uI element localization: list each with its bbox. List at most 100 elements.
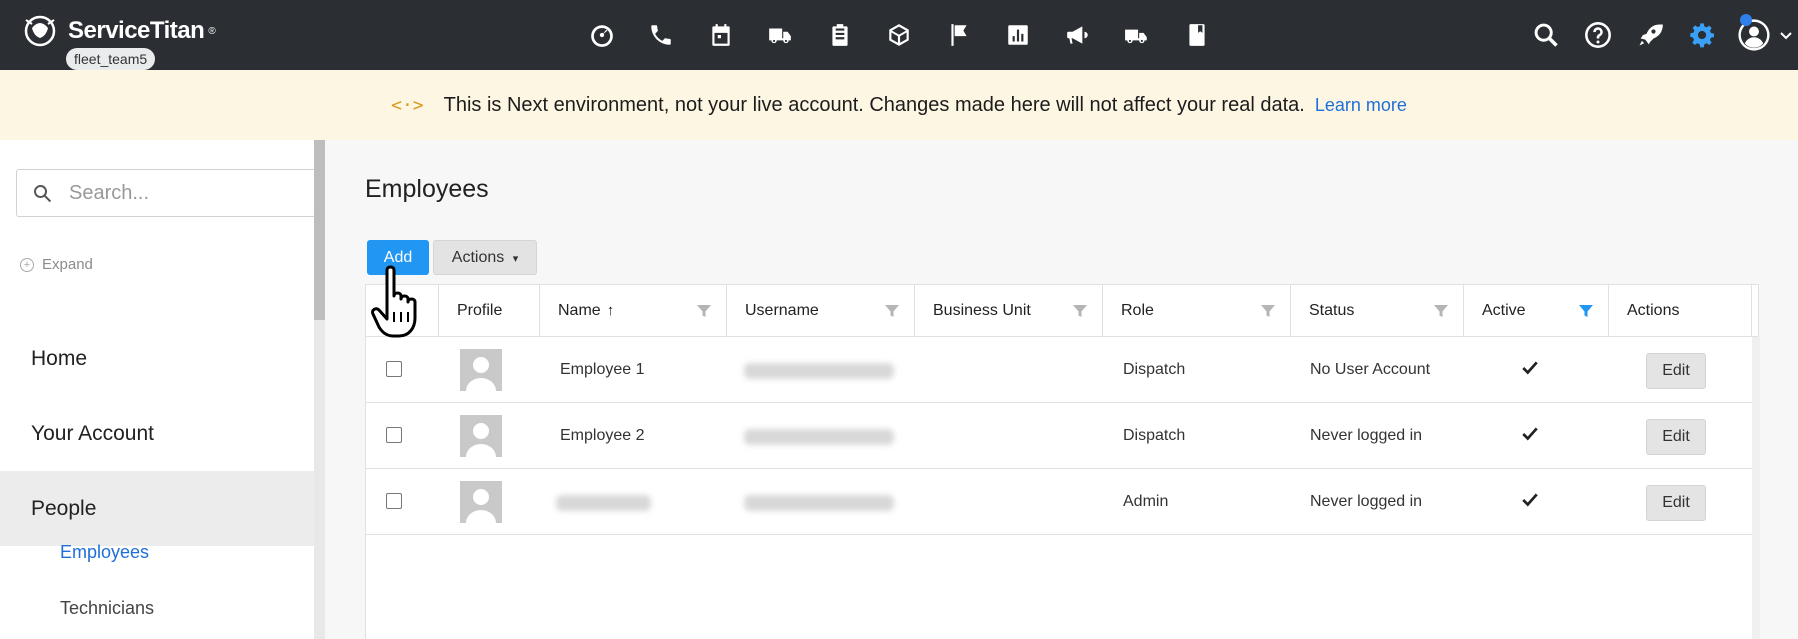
- search-icon: [34, 185, 52, 203]
- filter-icon[interactable]: [1260, 303, 1276, 319]
- calendar-icon[interactable]: [691, 18, 751, 52]
- top-navigation-bar: ServiceTitan ® fleet_team5: [0, 0, 1798, 70]
- banner-message: This is Next environment, not your live …: [443, 93, 1305, 116]
- filter-icon[interactable]: [696, 303, 712, 319]
- table-row: Employee 2 Dispatch Never logged in Edit: [366, 403, 1752, 469]
- sidebar-subitem-employees[interactable]: Employees: [60, 542, 149, 563]
- header-username-label: Username: [745, 302, 819, 319]
- book-icon[interactable]: [1167, 18, 1227, 52]
- brand-registered-mark: ®: [208, 25, 216, 37]
- employee-role: Dispatch: [1123, 361, 1186, 378]
- sidebar-subitem-technicians[interactable]: Technicians: [60, 598, 154, 619]
- row-checkbox[interactable]: [386, 361, 402, 377]
- page-title: Employees: [365, 175, 489, 203]
- truck-icon[interactable]: [751, 18, 811, 52]
- edit-button[interactable]: Edit: [1646, 419, 1706, 455]
- profile-avatar-icon: [460, 415, 502, 457]
- tenant-badge: fleet_team5: [66, 48, 156, 70]
- rocket-icon[interactable]: [1624, 14, 1676, 56]
- employee-role: Admin: [1123, 493, 1169, 510]
- header-status[interactable]: Status: [1291, 285, 1464, 337]
- filter-icon[interactable]: [884, 303, 900, 319]
- code-brackets-icon: <·>: [391, 94, 424, 116]
- active-check-icon: [1522, 493, 1538, 507]
- dashboard-icon[interactable]: [572, 18, 632, 52]
- sidebar-search: [16, 169, 316, 217]
- plus-circle-icon: +: [20, 257, 34, 272]
- sidebar-item-home[interactable]: Home: [0, 321, 315, 396]
- table-scrollbar[interactable]: [1752, 337, 1760, 639]
- actions-dropdown-button[interactable]: Actions ▾: [433, 240, 537, 275]
- employee-name[interactable]: Employee 2: [560, 403, 645, 469]
- profile-avatar-icon: [460, 481, 502, 523]
- top-right-tools: [1520, 14, 1798, 56]
- help-icon[interactable]: [1572, 14, 1624, 56]
- profile-avatar-icon: [460, 349, 502, 391]
- table-row: Employee 1 Dispatch No User Account Edit: [366, 337, 1752, 403]
- sidebar-item-your-account[interactable]: Your Account: [0, 396, 315, 471]
- box-icon[interactable]: [870, 18, 930, 52]
- header-active[interactable]: Active: [1464, 285, 1609, 337]
- search-input[interactable]: [69, 178, 309, 208]
- employee-status: Never logged in: [1310, 427, 1423, 444]
- active-check-icon: [1522, 427, 1538, 441]
- gear-icon[interactable]: [1676, 14, 1728, 56]
- clipboard-icon[interactable]: [810, 18, 870, 52]
- row-checkbox[interactable]: [386, 493, 402, 509]
- active-filter-icon[interactable]: [1578, 303, 1594, 319]
- logo-mascot-icon: [24, 15, 56, 47]
- learn-more-link[interactable]: Learn more: [1315, 95, 1407, 116]
- expand-label: Expand: [42, 256, 93, 273]
- header-name-label: Name: [558, 302, 601, 319]
- employee-role: Dispatch: [1123, 427, 1186, 444]
- sidebar-scrollbar-thumb[interactable]: [314, 140, 325, 320]
- header-username[interactable]: Username: [727, 285, 915, 337]
- header-actions-label: Actions: [1627, 302, 1680, 319]
- header-business-unit[interactable]: Business Unit: [915, 285, 1103, 337]
- filter-icon[interactable]: [1072, 303, 1088, 319]
- header-actions: Actions: [1609, 285, 1752, 337]
- phone-icon[interactable]: [632, 18, 692, 52]
- expand-toggle[interactable]: + Expand: [20, 256, 93, 273]
- row-checkbox[interactable]: [386, 427, 402, 443]
- environment-banner: <·> This is Next environment, not your l…: [0, 70, 1798, 140]
- header-business-unit-label: Business Unit: [933, 302, 1031, 319]
- edit-button[interactable]: Edit: [1646, 353, 1706, 389]
- megaphone-icon[interactable]: [1048, 18, 1108, 52]
- header-profile: Profile: [439, 285, 540, 337]
- fleet-truck-icon[interactable]: [1108, 18, 1168, 52]
- employees-table: Profile Name ↑ Username Business Unit Rol…: [365, 284, 1760, 639]
- chevron-down-icon[interactable]: [1780, 14, 1798, 56]
- header-role-label: Role: [1121, 302, 1154, 319]
- header-status-label: Status: [1309, 302, 1355, 319]
- hand-pointer-cursor-icon: [371, 265, 417, 338]
- flag-icon[interactable]: [929, 18, 989, 52]
- username-redacted: [744, 429, 894, 445]
- employee-status: No User Account: [1310, 361, 1431, 378]
- search-icon[interactable]: [1520, 14, 1572, 56]
- employee-name[interactable]: Employee 1: [560, 337, 645, 403]
- user-avatar-icon[interactable]: [1728, 14, 1780, 56]
- employee-name-redacted: [556, 495, 651, 511]
- header-name[interactable]: Name ↑: [540, 285, 727, 337]
- username-redacted: [744, 495, 894, 511]
- header-profile-label: Profile: [457, 302, 503, 319]
- username-redacted: [744, 363, 894, 379]
- sidebar: + Expand Home Your Account People Employ…: [0, 140, 325, 639]
- employee-status: Never logged in: [1310, 493, 1423, 510]
- header-role[interactable]: Role: [1103, 285, 1291, 337]
- chart-icon[interactable]: [989, 18, 1049, 52]
- servicetitan-logo[interactable]: ServiceTitan ®: [22, 14, 216, 48]
- edit-button[interactable]: Edit: [1646, 485, 1706, 521]
- table-row: Admin Never logged in Edit: [366, 469, 1752, 535]
- active-check-icon: [1522, 361, 1538, 375]
- main-nav-icons: [572, 18, 1227, 52]
- notification-dot: [1740, 14, 1752, 26]
- filter-icon[interactable]: [1433, 303, 1449, 319]
- brand-name: ServiceTitan: [68, 17, 205, 44]
- caret-down-icon: ▾: [512, 252, 519, 265]
- sidebar-item-people[interactable]: People: [0, 471, 315, 546]
- sort-ascending-icon: ↑: [606, 302, 615, 319]
- actions-label: Actions: [451, 248, 505, 266]
- header-active-label: Active: [1482, 302, 1526, 319]
